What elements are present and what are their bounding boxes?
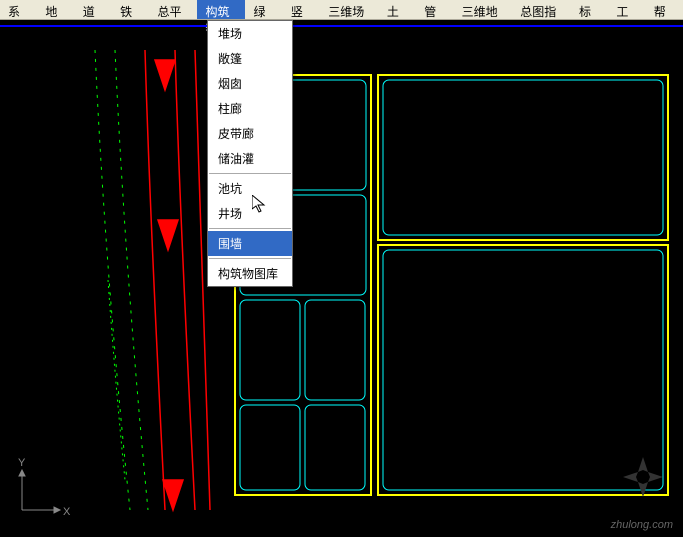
watermark: zhulong.com <box>611 519 673 531</box>
menu-separator <box>209 173 291 174</box>
dropdown-item[interactable]: 构筑物图库 <box>208 261 292 286</box>
menu-4[interactable]: 总平面 <box>149 0 197 19</box>
menu-15[interactable]: 帮助 <box>646 0 683 19</box>
dropdown-item[interactable]: 井场 <box>208 201 292 226</box>
dropdown-item[interactable]: 敞篷 <box>208 46 292 71</box>
dropdown-item[interactable]: 堆场 <box>208 21 292 46</box>
dropdown-item[interactable]: 柱廊 <box>208 96 292 121</box>
dropdown-menu: 堆场敞篷烟囱柱廊皮带廊储油灌池坑井场围墙构筑物图库 <box>207 20 293 287</box>
menu-0[interactable]: 系统 <box>0 0 37 19</box>
menu-9[interactable]: 土方 <box>379 0 416 19</box>
menu-1[interactable]: 地形 <box>37 0 74 19</box>
menu-3[interactable]: 铁路 <box>112 0 149 19</box>
cad-canvas[interactable]: Y X zhulong.com <box>0 20 683 537</box>
dropdown-item[interactable]: 烟囱 <box>208 71 292 96</box>
menu-14[interactable]: 工具 <box>608 0 645 19</box>
y-axis-label: Y <box>18 457 25 469</box>
menu-6[interactable]: 绿化 <box>245 0 282 19</box>
menu-7[interactable]: 竖向 <box>283 0 320 19</box>
menubar: 系统地形道路铁路总平面构筑物绿化竖向三维场地土方管线三维地物总图指标标注工具帮助 <box>0 0 683 20</box>
dropdown-item[interactable]: 储油灌 <box>208 146 292 171</box>
x-axis-label: X <box>63 506 70 518</box>
menu-2[interactable]: 道路 <box>75 0 112 19</box>
menu-8[interactable]: 三维场地 <box>320 0 379 19</box>
menu-11[interactable]: 三维地物 <box>454 0 513 19</box>
menu-10[interactable]: 管线 <box>416 0 453 19</box>
menu-13[interactable]: 标注 <box>571 0 608 19</box>
site-logo <box>618 452 668 502</box>
dropdown-item[interactable]: 皮带廊 <box>208 121 292 146</box>
menu-separator <box>209 258 291 259</box>
dropdown-item[interactable]: 围墙 <box>208 231 292 256</box>
menu-separator <box>209 228 291 229</box>
cad-drawing <box>0 20 683 537</box>
dropdown-item[interactable]: 池坑 <box>208 176 292 201</box>
menu-5[interactable]: 构筑物 <box>197 0 245 19</box>
menu-12[interactable]: 总图指标 <box>512 0 571 19</box>
